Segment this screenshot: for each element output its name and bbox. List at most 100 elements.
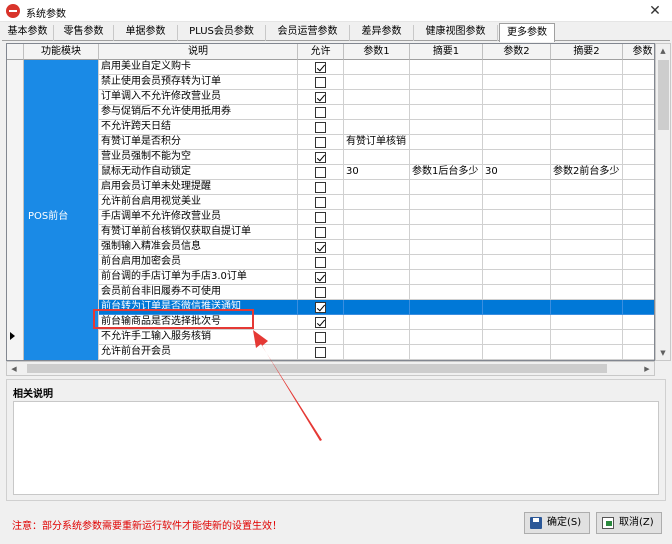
param3-cell[interactable] (623, 195, 654, 210)
summary1-cell[interactable] (410, 120, 483, 135)
param2-cell[interactable] (483, 315, 551, 330)
summary2-cell[interactable] (551, 315, 623, 330)
param3-cell[interactable] (623, 210, 654, 225)
param2-cell[interactable] (483, 60, 551, 75)
allow-cell[interactable] (298, 165, 344, 180)
scroll-up-icon[interactable]: ▲ (656, 44, 670, 58)
allow-cell[interactable] (298, 330, 344, 345)
unchecked-checkbox[interactable] (315, 227, 326, 238)
module-cell[interactable]: POS前台 (24, 60, 99, 360)
unchecked-checkbox[interactable] (315, 212, 326, 223)
param3-cell[interactable] (623, 315, 654, 330)
summary2-cell[interactable] (551, 105, 623, 120)
col-header-param1[interactable]: 参数1 (344, 44, 410, 60)
param1-cell[interactable] (344, 180, 410, 195)
description-cell[interactable]: 允许前台启用视觉美业 (99, 195, 298, 210)
description-cell[interactable]: 手店调单不允许修改营业员 (99, 210, 298, 225)
summary1-cell[interactable] (410, 60, 483, 75)
param3-cell[interactable] (623, 240, 654, 255)
vertical-scrollbar[interactable]: ▲ ▼ (655, 43, 671, 361)
param1-cell[interactable] (344, 240, 410, 255)
param3-cell[interactable] (623, 150, 654, 165)
table-row[interactable]: 手店调单不允许修改营业员 (7, 210, 654, 225)
summary1-cell[interactable] (410, 195, 483, 210)
summary2-cell[interactable] (551, 285, 623, 300)
table-row[interactable]: 启用会员订单未处理提醒 (7, 180, 654, 195)
param3-cell[interactable] (623, 165, 654, 180)
unchecked-checkbox[interactable] (315, 77, 326, 88)
col-header-allow[interactable]: 允许 (298, 44, 344, 60)
description-cell[interactable]: 前台调的手店订单为手店3.0订单 (99, 270, 298, 285)
param3-cell[interactable] (623, 90, 654, 105)
summary1-cell[interactable] (410, 270, 483, 285)
param2-cell[interactable] (483, 135, 551, 150)
param1-cell[interactable] (344, 90, 410, 105)
description-cell[interactable]: 有赞订单是否积分 (99, 135, 298, 150)
scroll-down-icon[interactable]: ▼ (656, 346, 670, 360)
param1-cell[interactable] (344, 285, 410, 300)
summary1-cell[interactable] (410, 210, 483, 225)
horizontal-scroll-thumb[interactable] (27, 364, 607, 373)
param2-cell[interactable] (483, 300, 551, 315)
param3-cell[interactable] (623, 270, 654, 285)
allow-cell[interactable] (298, 90, 344, 105)
allow-cell[interactable] (298, 345, 344, 360)
col-header-param2[interactable]: 参数2 (483, 44, 551, 60)
table-row[interactable]: 允许前台启用视觉美业 (7, 195, 654, 210)
param1-cell[interactable] (344, 105, 410, 120)
param1-cell[interactable]: 30 (344, 165, 410, 180)
allow-cell[interactable] (298, 315, 344, 330)
param1-cell[interactable] (344, 195, 410, 210)
checked-checkbox[interactable] (315, 242, 326, 253)
description-cell[interactable]: 禁止使用会员预存转为订单 (99, 75, 298, 90)
summary1-cell[interactable] (410, 75, 483, 90)
table-row[interactable]: 鼠标无动作自动锁定 30 参数1后台多少 30 参数2前台多少 (7, 165, 654, 180)
allow-cell[interactable] (298, 135, 344, 150)
summary2-cell[interactable] (551, 75, 623, 90)
table-row[interactable]: 允许前台开会员 (7, 345, 654, 360)
cancel-button[interactable]: 取消(Z) (596, 512, 662, 534)
table-row[interactable]: 会员前台非旧履券不可使用 (7, 285, 654, 300)
description-cell[interactable]: 营业员强制不能为空 (99, 150, 298, 165)
summary1-cell[interactable] (410, 330, 483, 345)
col-header-param3[interactable]: 参数 (623, 44, 654, 60)
param2-cell[interactable] (483, 90, 551, 105)
summary1-cell[interactable] (410, 255, 483, 270)
summary2-cell[interactable] (551, 225, 623, 240)
param3-cell[interactable] (623, 225, 654, 240)
param2-cell[interactable] (483, 180, 551, 195)
tab-member-ops-params[interactable]: 会员运营参数 (266, 25, 350, 41)
param2-cell[interactable] (483, 345, 551, 360)
param2-cell[interactable] (483, 225, 551, 240)
description-cell[interactable]: 强制输入精准会员信息 (99, 240, 298, 255)
col-header-description[interactable]: 说明 (99, 44, 298, 60)
horizontal-scrollbar[interactable]: ◀ ▶ (6, 361, 655, 376)
param3-cell[interactable] (623, 75, 654, 90)
description-cell[interactable]: 鼠标无动作自动锁定 (99, 165, 298, 180)
description-cell[interactable]: 有赞订单前台核销仅获取自提订单 (99, 225, 298, 240)
param2-cell[interactable] (483, 255, 551, 270)
summary1-cell[interactable] (410, 300, 483, 315)
scroll-right-icon[interactable]: ▶ (640, 362, 654, 376)
checked-checkbox[interactable] (315, 62, 326, 73)
description-cell[interactable]: 参与促销后不允许使用抵用券 (99, 105, 298, 120)
summary2-cell[interactable] (551, 90, 623, 105)
table-row[interactable]: 营业员强制不能为空 (7, 150, 654, 165)
allow-cell[interactable] (298, 225, 344, 240)
param1-cell[interactable] (344, 330, 410, 345)
summary2-cell[interactable] (551, 240, 623, 255)
param2-cell[interactable] (483, 105, 551, 120)
summary2-cell[interactable] (551, 150, 623, 165)
table-row[interactable]: 前台启用加密会员 (7, 255, 654, 270)
param2-cell[interactable] (483, 270, 551, 285)
summary1-cell[interactable] (410, 150, 483, 165)
summary2-cell[interactable] (551, 120, 623, 135)
param2-cell[interactable] (483, 195, 551, 210)
checked-checkbox[interactable] (315, 317, 326, 328)
unchecked-checkbox[interactable] (315, 137, 326, 148)
col-header-module[interactable]: 功能模块 (24, 44, 99, 60)
param2-cell[interactable] (483, 120, 551, 135)
param1-cell[interactable] (344, 210, 410, 225)
allow-cell[interactable] (298, 195, 344, 210)
param1-cell[interactable] (344, 225, 410, 240)
